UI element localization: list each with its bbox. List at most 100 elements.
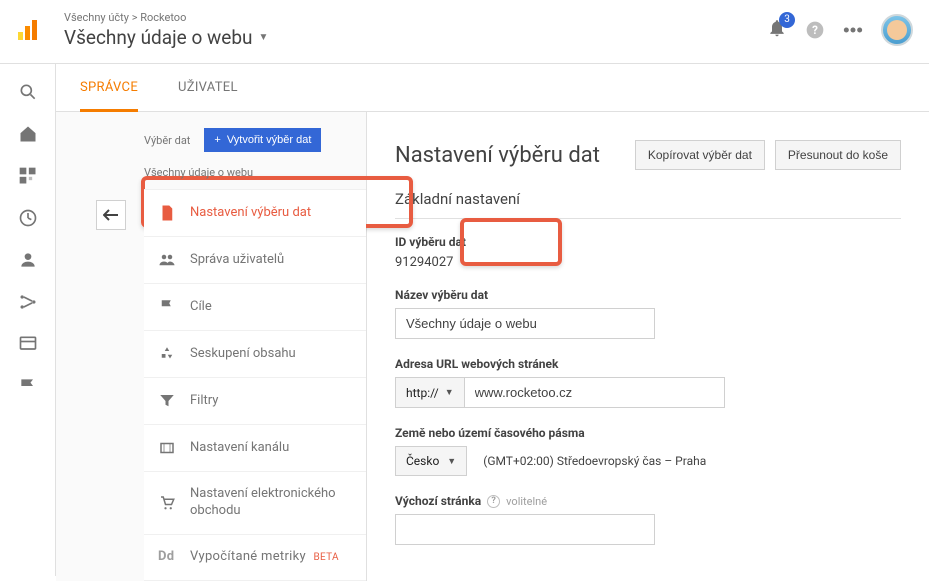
basic-settings-heading: Základní nastavení <box>395 190 901 219</box>
filter-icon <box>158 392 176 410</box>
timezone-block: Země nebo území časového pásma Česko ▼ (… <box>395 426 901 476</box>
nav-label: Nastavení kanálu <box>190 440 289 457</box>
section-label: Výběr dat <box>144 134 190 147</box>
nav-ecommerce[interactable]: Nastavení elektronického obchodu <box>144 472 366 535</box>
nav-label: Správa uživatelů <box>190 252 284 269</box>
chevron-down-icon: ▼ <box>447 456 456 467</box>
help-icon[interactable]: ? <box>805 20 825 40</box>
view-name-input[interactable] <box>395 308 655 339</box>
nav-view-settings[interactable]: Nastavení výběru dat <box>144 190 366 237</box>
beta-tag: BETA <box>314 552 339 563</box>
conversions-icon[interactable] <box>18 376 38 396</box>
audience-icon[interactable] <box>18 250 38 270</box>
users-icon <box>158 251 176 269</box>
default-page-label: Výchozí stránka ? volitelné <box>395 494 901 508</box>
main: SPRÁVCE UŽIVATEL Výběr dat + Vytvořit vý… <box>56 64 929 576</box>
acquisition-icon[interactable] <box>18 292 38 312</box>
section-subtitle: Všechny údaje o webu <box>96 160 366 189</box>
page-title-text: Všechny údaje o webu <box>64 26 253 49</box>
default-page-input[interactable] <box>395 514 655 545</box>
tab-user[interactable]: UŽIVATEL <box>178 64 238 112</box>
dashboard-icon[interactable] <box>18 166 38 186</box>
create-view-button[interactable]: + Vytvořit výběr dat <box>204 128 321 152</box>
feedback-icon[interactable] <box>843 20 863 40</box>
nav-label: Seskupení obsahu <box>190 346 296 363</box>
avatar[interactable] <box>881 14 913 46</box>
nav-user-management[interactable]: Správa uživatelů <box>144 237 366 284</box>
copy-view-button[interactable]: Kopírovat výběr dat <box>635 140 765 170</box>
tab-admin[interactable]: SPRÁVCE <box>80 64 138 112</box>
chevron-down-icon: ▼ <box>445 387 454 398</box>
plus-icon: + <box>214 134 220 146</box>
nav-content-grouping[interactable]: Seskupení obsahu <box>144 331 366 378</box>
header-titles: Všechny účty > Rocketoo Všechny údaje o … <box>64 11 767 49</box>
realtime-icon[interactable] <box>18 208 38 228</box>
search-icon[interactable] <box>18 82 38 102</box>
view-name-label: Název výběru dat <box>395 288 901 302</box>
back-arrow-icon <box>103 209 119 221</box>
default-page-block: Výchozí stránka ? volitelné <box>395 494 901 545</box>
nav-label: Nastavení elektronického obchodu <box>190 486 352 520</box>
view-selector[interactable]: Všechny údaje o webu ▼ <box>64 26 767 49</box>
nav-goals[interactable]: Cíle <box>144 284 366 331</box>
grouping-icon <box>158 345 176 363</box>
timezone-desc: (GMT+02:00) Středoevropský čas – Praha <box>483 454 706 468</box>
optional-hint: volitelné <box>506 495 547 508</box>
help-tooltip-icon[interactable]: ? <box>487 495 500 508</box>
view-column: Výběr dat + Vytvořit výběr dat Všechny ú… <box>56 112 366 581</box>
header: Všechny účty > Rocketoo Všechny údaje o … <box>0 0 929 64</box>
detail-title: Nastavení výběru dat <box>395 143 600 168</box>
view-id-block: ID výběru dat 91294027 <box>395 235 901 270</box>
nav-list: Nastavení výběru dat Správa uživatelů Cí… <box>144 189 366 581</box>
protocol-value: http:// <box>406 386 439 400</box>
breadcrumb-sep: > <box>132 11 138 24</box>
view-id-value: 91294027 <box>395 255 901 270</box>
svg-text:?: ? <box>812 23 818 37</box>
view-name-block: Název výběru dat <box>395 288 901 339</box>
chevron-down-icon: ▼ <box>259 32 269 43</box>
dd-icon: Dd <box>158 549 176 566</box>
nav-label: Cíle <box>190 299 212 316</box>
timezone-country-value: Česko <box>406 454 439 468</box>
url-row: http:// ▼ <box>395 377 901 408</box>
timezone-label: Země nebo území časového pásma <box>395 426 901 440</box>
default-page-label-text: Výchozí stránka <box>395 494 481 508</box>
detail-panel: Nastavení výběru dat Kopírovat výběr dat… <box>366 112 929 581</box>
nav-calculated-metrics[interactable]: Dd Vypočítané metriky BETA <box>144 535 366 581</box>
page-icon <box>158 204 176 222</box>
header-actions: 3 ? <box>767 14 913 46</box>
nav-label: Filtry <box>190 393 218 410</box>
detail-actions: Kopírovat výběr dat Přesunout do koše <box>635 140 901 170</box>
create-view-label: Vytvořit výběr dat <box>227 134 312 146</box>
nav-filters[interactable]: Filtry <box>144 378 366 425</box>
back-button[interactable] <box>96 200 126 230</box>
admin-tabs: SPRÁVCE UŽIVATEL <box>56 64 929 112</box>
breadcrumb-all[interactable]: Všechny účty <box>64 11 129 24</box>
url-label: Adresa URL webových stránek <box>395 357 901 371</box>
protocol-select[interactable]: http:// ▼ <box>395 377 465 408</box>
behavior-icon[interactable] <box>18 334 38 354</box>
flag-icon <box>158 298 176 316</box>
url-input[interactable] <box>465 377 725 408</box>
timezone-country-select[interactable]: Česko ▼ <box>395 446 467 476</box>
nav-channel-settings[interactable]: Nastavení kanálu <box>144 425 366 472</box>
notification-badge: 3 <box>779 12 795 28</box>
notifications-button[interactable]: 3 <box>767 18 787 42</box>
left-rail <box>0 64 56 576</box>
breadcrumb[interactable]: Všechny účty > Rocketoo <box>64 11 767 24</box>
nav-label: Nastavení výběru dat <box>190 205 311 222</box>
url-block: Adresa URL webových stránek http:// ▼ <box>395 357 901 408</box>
content: Výběr dat + Vytvořit výběr dat Všechny ú… <box>56 112 929 581</box>
view-id-label: ID výběru dat <box>395 235 901 249</box>
timezone-row: Česko ▼ (GMT+02:00) Středoevropský čas –… <box>395 446 901 476</box>
breadcrumb-account[interactable]: Rocketoo <box>140 11 186 24</box>
section-header: Výběr dat + Vytvořit výběr dat <box>96 128 366 160</box>
nav-label: Vypočítané metriky BETA <box>190 549 339 566</box>
home-icon[interactable] <box>18 124 38 144</box>
trash-view-button[interactable]: Přesunout do koše <box>775 140 901 170</box>
channel-icon <box>158 439 176 457</box>
layout: SPRÁVCE UŽIVATEL Výběr dat + Vytvořit vý… <box>0 64 929 576</box>
detail-header: Nastavení výběru dat Kopírovat výběr dat… <box>395 140 901 170</box>
cart-icon <box>158 494 176 512</box>
analytics-logo-icon <box>16 18 40 42</box>
